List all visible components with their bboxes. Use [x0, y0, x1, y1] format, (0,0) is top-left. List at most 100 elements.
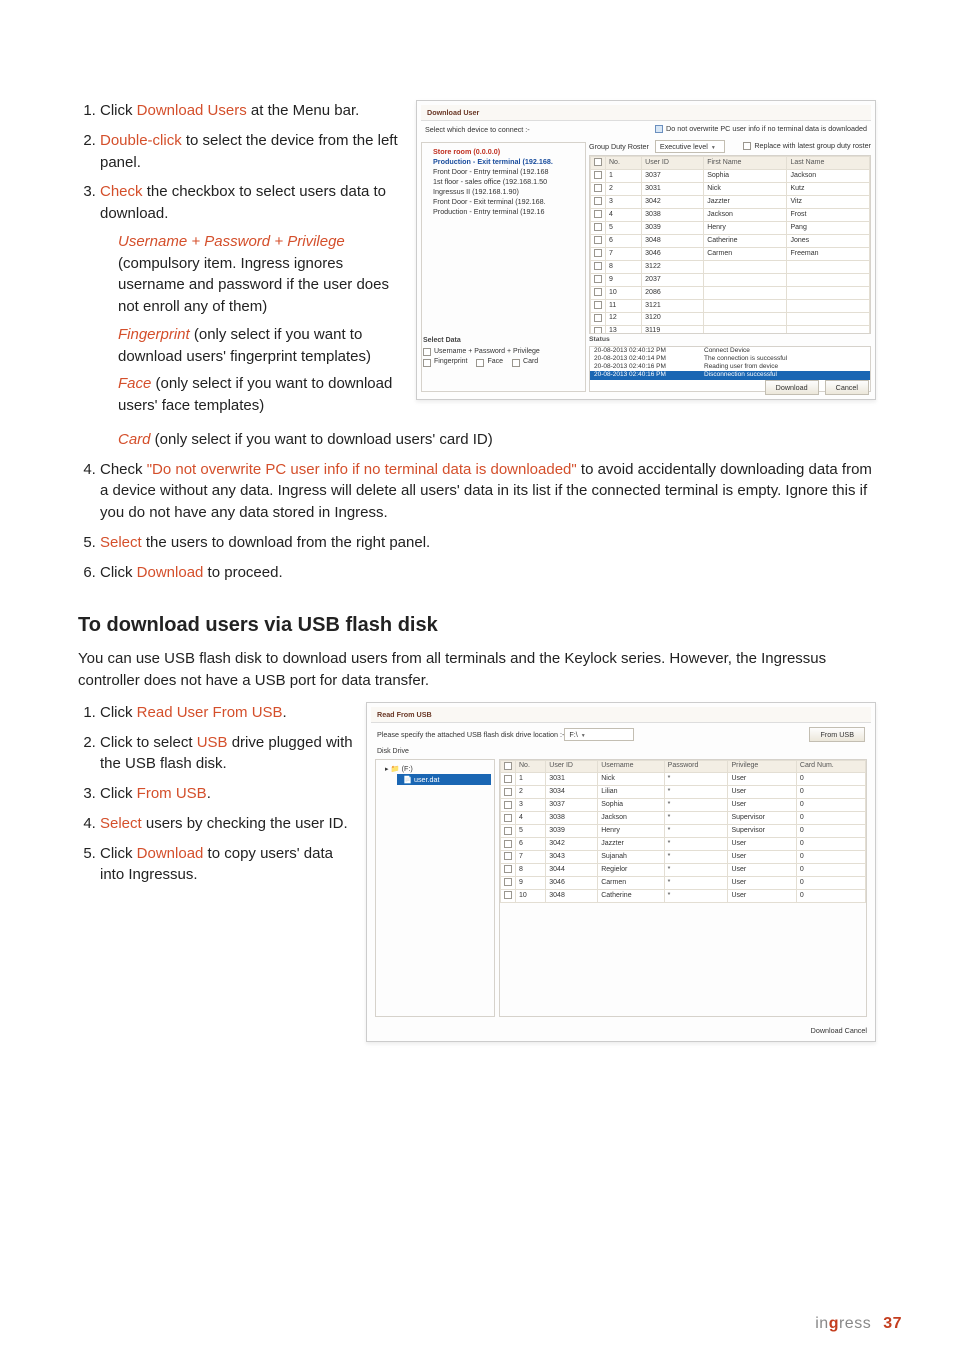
table-row[interactable]: 133119 [591, 325, 870, 333]
table-row[interactable]: 23034Lilian*User0 [501, 786, 866, 799]
row-checkbox[interactable] [504, 775, 512, 783]
col-firstname[interactable]: First Name [704, 157, 787, 170]
download-user-dialog: Download User Select which device to con… [416, 100, 876, 400]
usb-subhead: To download users via USB flash disk [78, 611, 876, 640]
table-row[interactable]: 23031NickKutz [591, 183, 870, 196]
tree-node[interactable]: Production - Exit terminal (192.168. [425, 156, 582, 166]
tree-node[interactable]: 1st floor - sales office (192.168.1.50 [425, 176, 582, 186]
table-row[interactable]: 103048Catherine*User0 [501, 890, 866, 903]
row-checkbox[interactable] [504, 801, 512, 809]
download-button[interactable]: Download [765, 380, 819, 395]
roster-dropdown[interactable]: Executive level [655, 140, 725, 153]
cancel-button[interactable]: Cancel [845, 1026, 867, 1035]
col-userid[interactable]: User ID [642, 157, 704, 170]
disk-tree[interactable]: ▸ 📁 (F:) 📄 user.dat [375, 759, 495, 1017]
table-row[interactable]: 63048CatherineJones [591, 235, 870, 248]
col-username[interactable]: Username [598, 760, 664, 773]
select-all-checkbox[interactable] [504, 762, 512, 770]
table-row[interactable]: 73046CarmenFreeman [591, 248, 870, 261]
col-userid[interactable]: User ID [546, 760, 598, 773]
table-row[interactable]: 113121 [591, 299, 870, 312]
row-checkbox[interactable] [594, 223, 602, 231]
usb-user-grid[interactable]: No. User ID Username Password Privilege … [500, 760, 866, 904]
row-checkbox[interactable] [504, 878, 512, 886]
row-checkbox[interactable] [504, 827, 512, 835]
table-row[interactable]: 53039HenryPang [591, 222, 870, 235]
row-checkbox[interactable] [594, 301, 602, 309]
table-row[interactable]: 123120 [591, 312, 870, 325]
table-row[interactable]: 43038Jackson*Supervisor0 [501, 812, 866, 825]
replace-roster-checkbox[interactable] [743, 142, 751, 150]
chk-fingerprint[interactable] [423, 359, 431, 367]
select-data-label: Select Data [423, 337, 585, 346]
row-checkbox[interactable] [504, 891, 512, 899]
table-row[interactable]: 102086 [591, 286, 870, 299]
user-grid[interactable]: No. User ID First Name Last Name 13037So… [590, 156, 870, 333]
table-row[interactable]: 43038JacksonFrost [591, 209, 870, 222]
table-row[interactable]: 92037 [591, 273, 870, 286]
table-row[interactable]: 63042Jazzter*User0 [501, 838, 866, 851]
from-usb-button[interactable]: From USB [809, 727, 865, 742]
table-row[interactable]: 13037SophiaJackson [591, 170, 870, 183]
status-row: 20-08-2013 02:40:14 PMThe connection is … [590, 355, 870, 363]
chk-card[interactable] [512, 359, 520, 367]
col-cardnum[interactable]: Card Num. [796, 760, 865, 773]
row-checkbox[interactable] [594, 184, 602, 192]
col-lastname[interactable]: Last Name [787, 157, 870, 170]
step-5: Select the users to download from the ri… [100, 532, 876, 554]
connect-label: Select which device to connect :- [425, 125, 530, 134]
row-checkbox[interactable] [594, 275, 602, 283]
col-privilege[interactable]: Privilege [728, 760, 796, 773]
download-button[interactable]: Download [811, 1026, 843, 1035]
status-row: 20-08-2013 02:40:12 PMConnect Device [590, 347, 870, 355]
disk-drive-label: Disk Drive [371, 746, 871, 759]
table-row[interactable]: 33037Sophia*User0 [501, 799, 866, 812]
table-row[interactable]: 73043Sujanah*User0 [501, 851, 866, 864]
tree-node[interactable]: Store room (0.0.0.0) [425, 146, 582, 156]
row-checkbox[interactable] [594, 249, 602, 257]
row-checkbox[interactable] [504, 840, 512, 848]
cancel-button[interactable]: Cancel [825, 380, 869, 395]
select-all-checkbox[interactable] [594, 158, 602, 166]
tree-node: 📄 user.dat [397, 774, 491, 785]
step-6: Click Download to proceed. [100, 562, 876, 584]
table-row[interactable]: 53039Henry*Supervisor0 [501, 825, 866, 838]
row-checkbox[interactable] [594, 288, 602, 296]
col-no[interactable]: No. [606, 157, 642, 170]
row-checkbox[interactable] [504, 788, 512, 796]
usb-intro: You can use USB flash disk to download u… [78, 648, 876, 692]
row-checkbox[interactable] [594, 327, 602, 333]
chk-face[interactable] [476, 359, 484, 367]
overwrite-checkbox[interactable] [655, 125, 663, 133]
table-row[interactable]: 83122 [591, 261, 870, 274]
row-checkbox[interactable] [504, 852, 512, 860]
subitem-card: Card (only select if you want to downloa… [118, 429, 876, 451]
row-checkbox[interactable] [594, 197, 602, 205]
row-checkbox[interactable] [594, 314, 602, 322]
row-checkbox[interactable] [504, 865, 512, 873]
tree-node[interactable]: Front Door - Entry terminal (192.168 [425, 166, 582, 176]
status-label: Status [589, 336, 871, 344]
tree-node[interactable]: Production - Entry terminal (192.16 [425, 206, 582, 216]
table-row[interactable]: 83044Regielor*User0 [501, 864, 866, 877]
row-checkbox[interactable] [594, 236, 602, 244]
table-row[interactable]: 13031Nick*User0 [501, 773, 866, 786]
lbl-upp: Username + Password + Privilege [434, 348, 540, 357]
roster-label: Group Duty Roster [589, 142, 649, 151]
row-checkbox[interactable] [594, 262, 602, 270]
table-row[interactable]: 33042JazzterVitz [591, 196, 870, 209]
read-from-usb-dialog: Read From USB Please specify the attache… [366, 702, 876, 1042]
row-checkbox[interactable] [594, 210, 602, 218]
lbl-fp: Fingerprint [434, 358, 467, 367]
drive-dropdown[interactable]: F:\ [564, 728, 634, 741]
status-row: 20-08-2013 02:40:16 PMReading user from … [590, 363, 870, 371]
tree-node[interactable]: Front Door - Exit terminal (192.168. [425, 196, 582, 206]
table-row[interactable]: 93046Carmen*User0 [501, 877, 866, 890]
row-checkbox[interactable] [504, 814, 512, 822]
col-no[interactable]: No. [516, 760, 546, 773]
row-checkbox[interactable] [594, 171, 602, 179]
lbl-face: Face [487, 358, 503, 367]
chk-upp[interactable] [423, 348, 431, 356]
col-password[interactable]: Password [664, 760, 728, 773]
tree-node[interactable]: Ingressus II (192.168.1.90) [425, 186, 582, 196]
